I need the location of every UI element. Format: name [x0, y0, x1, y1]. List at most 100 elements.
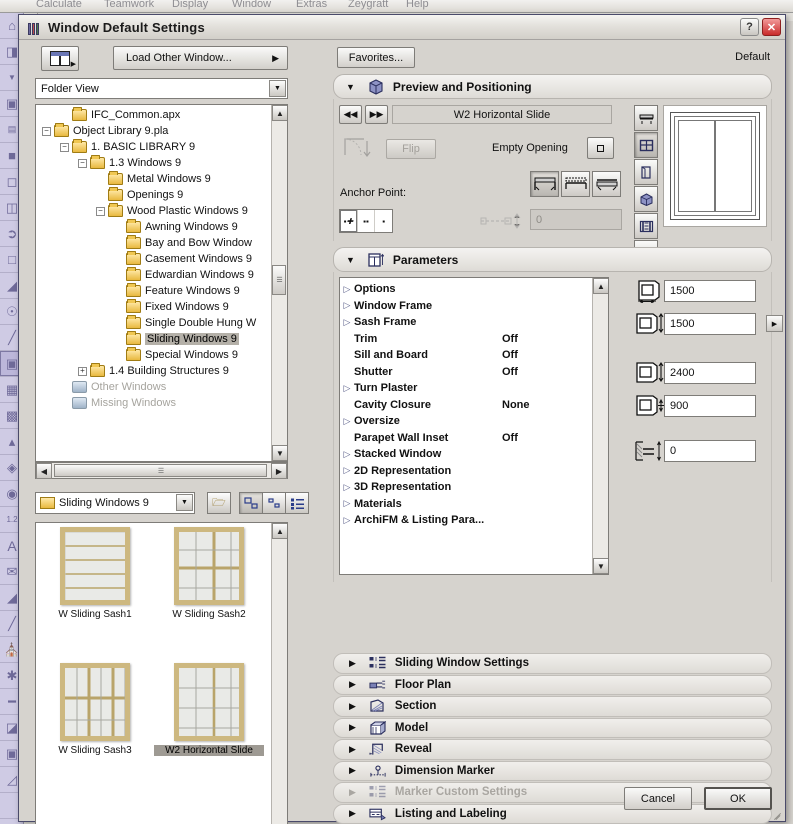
anchor-center-icon[interactable]: ▪▪	[358, 210, 376, 232]
tree-item[interactable]: − Wood Plastic Windows 9	[36, 203, 272, 219]
tree-vertical-scrollbar[interactable]: ▲ ▼ ☰	[271, 105, 287, 461]
collapse-icon[interactable]: −	[42, 126, 51, 136]
menu-zeygratt[interactable]: Zeygratt	[348, 0, 388, 10]
empty-opening-checkbox[interactable]	[587, 137, 614, 159]
side-view-icon[interactable]	[634, 159, 658, 185]
thumbnail-vertical-scrollbar[interactable]: ▲ ▼	[271, 523, 287, 824]
thumbnail-browser[interactable]: W Sliding Sash1 W Sliding Sash2 W Sliding …	[35, 522, 288, 824]
close-button[interactable]: ✕	[762, 18, 781, 36]
wall-position-group[interactable]	[530, 171, 623, 197]
field-options-button[interactable]: ▶	[766, 315, 783, 332]
expand-icon[interactable]: +	[78, 366, 87, 376]
anchor-right-icon[interactable]: ▪	[375, 210, 392, 232]
expand-triangle-icon[interactable]: ▷	[340, 498, 354, 509]
object-name-field[interactable]: W2 Horizontal Slide	[392, 105, 612, 124]
parameter-row[interactable]: Trim Off	[340, 331, 593, 348]
menu-teamwork[interactable]: Teamwork	[104, 0, 154, 10]
menu-display[interactable]: Display	[172, 0, 208, 10]
chevron-right-icon[interactable]: ▶	[349, 658, 356, 669]
previous-object-button[interactable]: ◀◀	[339, 105, 362, 124]
expand-triangle-icon[interactable]: ▷	[340, 416, 354, 427]
section-header[interactable]: ▶ Dimension Marker	[333, 760, 772, 781]
menu-help[interactable]: Help	[406, 0, 429, 10]
parameter-row[interactable]: Sill and Board Off	[340, 347, 593, 364]
tree-item[interactable]: Awning Windows 9	[36, 219, 272, 235]
scroll-right-button[interactable]: ▶	[271, 463, 287, 479]
tree-item[interactable]: IFC_Common.apx	[36, 107, 272, 123]
thumbnail-grid[interactable]: W Sliding Sash1 W Sliding Sash2 W Sliding …	[36, 523, 272, 824]
collapse-icon[interactable]: −	[96, 206, 105, 216]
tree-item[interactable]: Sliding Windows 9	[36, 331, 272, 347]
chevron-down-icon[interactable]: ▼	[176, 494, 193, 511]
tree-item[interactable]: Edwardian Windows 9	[36, 267, 272, 283]
thumbnail-item[interactable]: W Sliding Sash1	[40, 527, 150, 620]
chevron-down-icon[interactable]: ▼	[346, 255, 355, 265]
scroll-up-button[interactable]: ▲	[272, 105, 287, 121]
section-header[interactable]: ▶ Section	[333, 696, 772, 717]
parameters-header[interactable]: ▼ Parameters	[333, 247, 772, 272]
anchor-point-selector[interactable]: ▪✚ ▪▪ ▪	[339, 209, 393, 233]
parameter-row[interactable]: ▷ Materials	[340, 496, 593, 513]
tree-item[interactable]: Fixed Windows 9	[36, 299, 272, 315]
scroll-down-button[interactable]: ▼	[272, 445, 287, 461]
parameter-row[interactable]: Parapet Wall Inset Off	[340, 430, 593, 447]
parameter-row[interactable]: ▷ ArchiFM & Listing Para...	[340, 512, 593, 529]
parameter-row[interactable]: Shutter Off	[340, 364, 593, 381]
wall-inset-right-icon[interactable]	[592, 171, 621, 197]
list-view-icon[interactable]	[285, 492, 309, 514]
parameter-value[interactable]: None	[502, 399, 530, 411]
parameter-row[interactable]: ▷ 3D Representation	[340, 479, 593, 496]
section-header[interactable]: ▶ Sliding Window Settings	[333, 653, 772, 674]
tree-item[interactable]: − Object Library 9.pla	[36, 123, 272, 139]
tree-item[interactable]: Casement Windows 9	[36, 251, 272, 267]
tree-horizontal-scrollbar[interactable]: ◀ ☰ ▶	[35, 462, 288, 479]
next-object-button[interactable]: ▶▶	[365, 105, 388, 124]
current-folder-select[interactable]: Sliding Windows 9 ▼	[35, 492, 195, 514]
menu-window[interactable]: Window	[232, 0, 271, 10]
dimension-input[interactable]: 2400	[664, 361, 756, 384]
section-header[interactable]: ▶ Floor Plan	[333, 674, 772, 695]
expand-triangle-icon[interactable]: ▷	[340, 317, 354, 328]
flip-button[interactable]: Flip	[386, 139, 436, 159]
folder-up-icon[interactable]: 🗁	[207, 492, 231, 514]
dimension-input[interactable]: 1500	[664, 279, 756, 302]
parameter-row[interactable]: ▷ Turn Plaster	[340, 380, 593, 397]
parameter-row[interactable]: ▷ Window Frame	[340, 298, 593, 315]
thumbnail-item[interactable]: W2 Horizontal Slide	[154, 663, 264, 756]
dimension-input[interactable]: 0	[664, 439, 756, 462]
scroll-thumb[interactable]: ☰	[272, 265, 286, 295]
scroll-left-button[interactable]: ◀	[36, 463, 52, 479]
tree-item[interactable]: Bay and Bow Window	[36, 235, 272, 251]
expand-triangle-icon[interactable]: ▷	[340, 284, 354, 295]
parameter-row[interactable]: ▷ Options	[340, 281, 593, 298]
folder-view-select[interactable]: Folder View ▼	[35, 78, 288, 99]
expand-triangle-icon[interactable]: ▷	[340, 383, 354, 394]
parameter-row[interactable]: Cavity Closure None	[340, 397, 593, 414]
scroll-up-button[interactable]: ▲	[272, 523, 287, 539]
h-scroll-thumb[interactable]: ☰	[54, 464, 267, 477]
scroll-up-button[interactable]: ▲	[593, 278, 608, 294]
library-tree[interactable]: IFC_Common.apx − Object Library 9.pla −1. B…	[35, 104, 288, 462]
menu-calculate[interactable]: Calculate	[36, 0, 82, 10]
tree-item[interactable]: − 1. BASIC LIBRARY 9	[36, 139, 272, 155]
tree-item[interactable]: Missing Windows	[36, 395, 272, 411]
thumbnail-item[interactable]: W Sliding Sash3	[40, 663, 150, 756]
front-view-icon[interactable]	[634, 132, 658, 158]
app-menu-bar[interactable]: Calculate Teamwork Display Window Extras…	[0, 0, 793, 13]
sill-offset-input[interactable]: 0	[530, 209, 622, 230]
parameter-value[interactable]: Off	[502, 349, 518, 361]
chevron-down-icon[interactable]: ▼	[346, 82, 355, 92]
chevron-right-icon[interactable]: ▶	[349, 679, 356, 690]
parameter-list[interactable]: ▷ Options ▷ Window Frame ▷ Sash Frame Trim Off S…	[339, 277, 609, 575]
expand-triangle-icon[interactable]: ▷	[340, 300, 354, 311]
tree-item[interactable]: − 1.3 Windows 9	[36, 155, 272, 171]
wall-inset-center-icon[interactable]	[561, 171, 590, 197]
tree-item[interactable]: +1.4 Building Structures 9	[36, 363, 272, 379]
help-button[interactable]: ?	[740, 18, 759, 36]
section-header[interactable]: ▶ Model	[333, 717, 772, 738]
menu-extras[interactable]: Extras	[296, 0, 327, 10]
dimension-input[interactable]: 1500	[664, 312, 756, 335]
chevron-right-icon[interactable]: ▶	[349, 701, 356, 712]
scroll-down-button[interactable]: ▼	[593, 558, 608, 574]
parameter-scrollbar[interactable]: ▲ ▼	[592, 278, 608, 574]
